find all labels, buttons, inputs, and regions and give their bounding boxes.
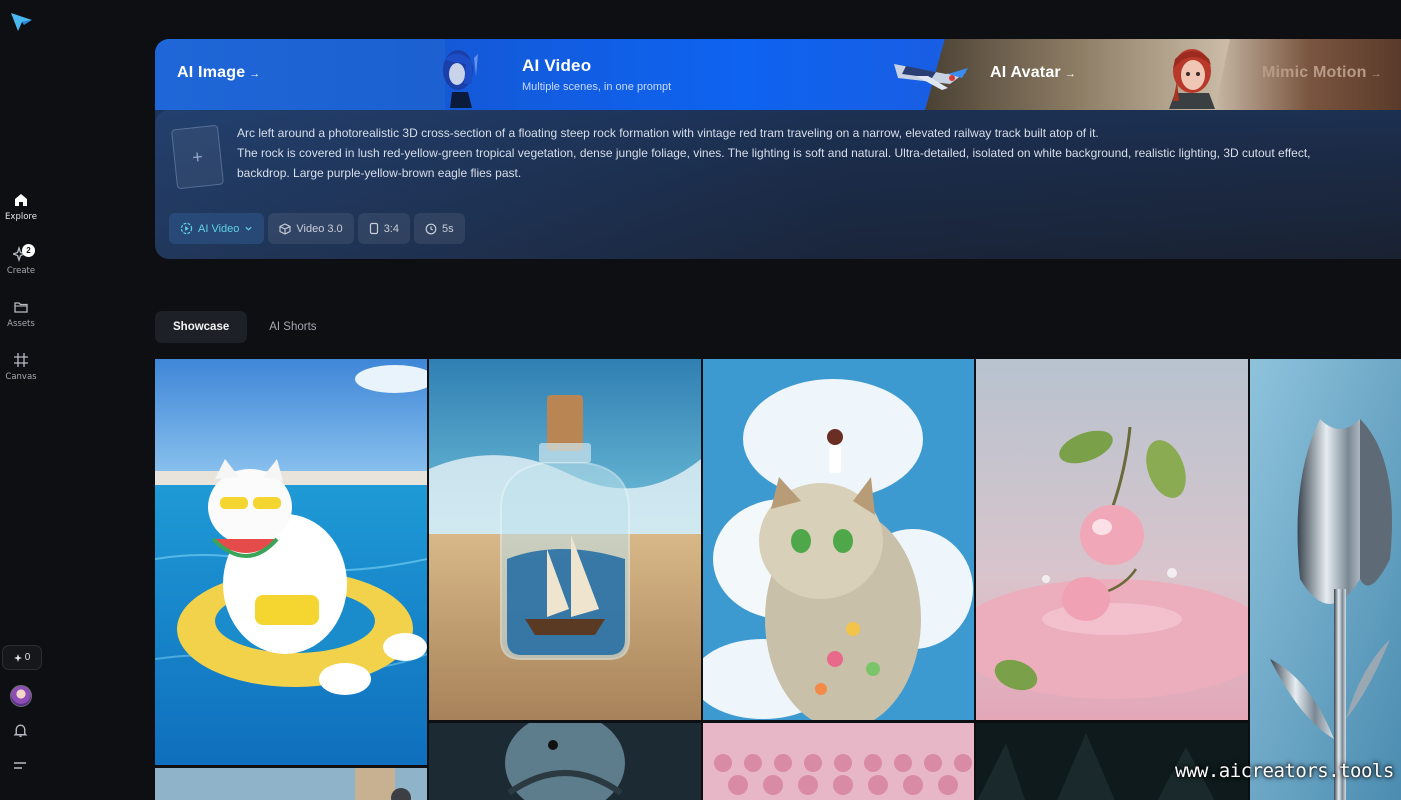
ship-bottle-image (429, 359, 701, 720)
tab-showcase[interactable]: Showcase (155, 311, 248, 343)
prompt-line: The rock is covered in lush red-yellow-g… (237, 146, 1311, 160)
gallery-card-pink-balls[interactable] (703, 723, 974, 800)
gallery-tabs: Showcase AI Shorts (155, 311, 335, 343)
pink-balls-image (703, 723, 974, 800)
sidebar-item-assets[interactable]: Assets (0, 299, 42, 329)
tab-title: AI Video (522, 56, 592, 75)
sidebar-item-label: Canvas (5, 372, 37, 382)
credit-sparkle-icon (13, 653, 22, 662)
credits-value: 0 (24, 652, 31, 663)
prompt-line: backdrop. Large purple-yellow-brown eagl… (237, 166, 522, 180)
showcase-gallery (155, 359, 1401, 800)
arrow-right-icon: → (1064, 68, 1077, 80)
tab-title: AI Avatar (990, 64, 1061, 81)
cat-pool-image (155, 359, 427, 765)
ai-image-thumbnail (443, 50, 478, 108)
arrow-right-icon: → (1370, 68, 1382, 80)
sidebar-item-label: Create (6, 266, 36, 276)
chip-label: 5s (441, 222, 454, 235)
user-avatar[interactable] (10, 685, 32, 707)
tab-mimic-motion[interactable]: Mimic Motion → (1215, 39, 1401, 110)
logo-icon[interactable] (10, 11, 34, 33)
cube-icon (279, 222, 291, 235)
gallery-card-chrome-flower[interactable] (1250, 359, 1401, 800)
boat-image (155, 768, 427, 800)
folder-icon (14, 302, 28, 313)
gallery-card-anime-cat[interactable] (703, 359, 974, 720)
tab-ai-shorts[interactable]: AI Shorts (251, 311, 334, 343)
upload-image-button[interactable]: + (170, 124, 225, 190)
create-badge: 2 (22, 244, 35, 257)
home-icon (15, 194, 27, 206)
gallery-card-bottom-1[interactable] (155, 768, 427, 800)
duration-select[interactable]: 5s (413, 213, 465, 244)
mode-select[interactable]: AI Video (169, 213, 265, 244)
model-select[interactable]: Video 3.0 (268, 213, 354, 244)
gallery-card-cherry[interactable] (976, 359, 1248, 720)
feature-tabs: AI Image → AI Video Multiple scenes, in o… (155, 39, 1401, 110)
prompt-input[interactable]: Arc left around a photorealistic 3D cros… (237, 123, 1401, 183)
tab-title: Mimic Motion (1262, 64, 1367, 81)
gallery-card-cat-pool[interactable] (155, 359, 427, 765)
ratio-select[interactable]: 3:4 (357, 213, 410, 244)
sidebar-item-canvas[interactable]: Canvas (0, 352, 42, 382)
create-banner: AI Image → AI Video Multiple scenes, in o… (155, 39, 1401, 259)
video-mode-icon (180, 222, 193, 235)
credits-counter[interactable]: 0 (2, 645, 42, 670)
gallery-card-ship-bottle[interactable] (429, 359, 701, 720)
plus-icon: + (191, 146, 204, 167)
generation-options: AI Video Video 3.0 3:4 5s (169, 213, 465, 244)
cherry-image (976, 359, 1248, 720)
sidebar-item-create[interactable]: 2 Create (0, 244, 42, 276)
prompt-panel[interactable]: + Arc left around a photorealistic 3D cr… (155, 110, 1401, 259)
sidebar-item-label: Explore (5, 212, 37, 222)
chip-label: 3:4 (383, 222, 399, 235)
app-root: Explore 2 Create Assets Canvas 0 AI Imag… (0, 0, 1401, 800)
ai-video-thumbnail (894, 64, 968, 90)
chip-label: Video 3.0 (296, 222, 343, 235)
watermark-text: www.aicreators.tools (1175, 760, 1394, 782)
chrome-flower-image (1250, 359, 1401, 800)
ratio-icon (369, 222, 378, 235)
spider-image (429, 723, 701, 800)
anime-cat-image (703, 359, 974, 720)
clock-icon (425, 223, 437, 234)
canvas-icon (14, 353, 28, 367)
arrow-right-icon: → (249, 68, 261, 80)
tab-subtitle: Multiple scenes, in one prompt (522, 81, 672, 93)
tab-title: AI Image (177, 64, 246, 81)
sidebar-item-label: Assets (7, 319, 35, 329)
sidebar: Explore 2 Create Assets Canvas 0 (0, 0, 42, 800)
menu-icon[interactable] (13, 760, 29, 774)
chevron-down-icon (245, 226, 253, 231)
prompt-line: Arc left around a photorealistic 3D cros… (237, 126, 1099, 140)
chip-label: AI Video (198, 222, 240, 235)
sidebar-item-explore[interactable]: Explore (0, 192, 42, 222)
ai-avatar-thumbnail (1169, 49, 1215, 109)
bell-icon[interactable] (12, 722, 29, 739)
gallery-card-spider[interactable] (429, 723, 701, 800)
